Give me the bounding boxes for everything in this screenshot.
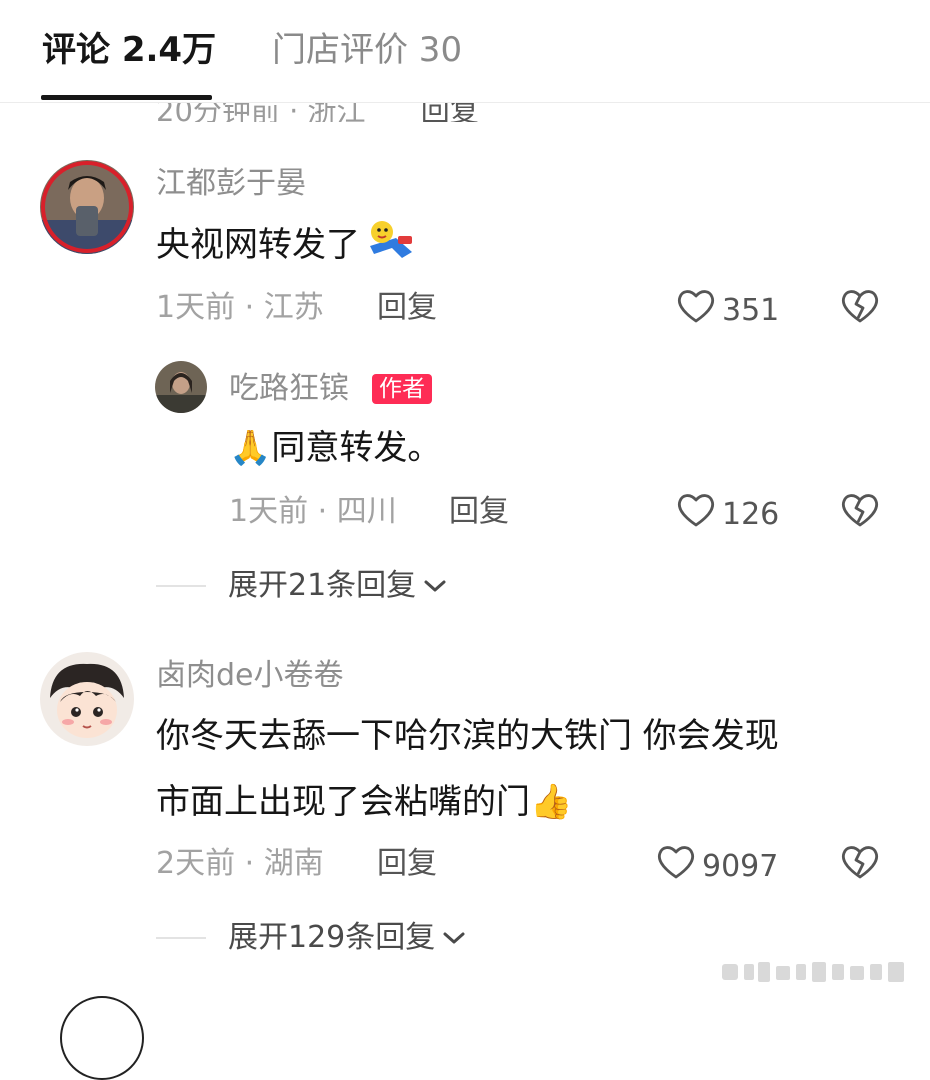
reply-time-location: 1天前 · 四川 (229, 494, 397, 529)
expand-replies-button[interactable]: 展开129条回复 (156, 920, 467, 956)
expand-replies-label: 展开129条回复 (228, 920, 436, 955)
expand-divider (156, 585, 206, 587)
reply-text: 🙏同意转发。 (229, 420, 441, 476)
comment-time-location: 1天前 · 江苏 (156, 290, 324, 325)
avatar[interactable] (40, 160, 134, 254)
heart-outline-icon (676, 288, 716, 333)
active-tab-indicator (41, 95, 212, 100)
reply-reply-button[interactable]: 回复 (449, 494, 509, 530)
comment-text-line-2: 市面上出现了会粘嘴的门👍 (156, 774, 572, 830)
like-count: 9097 (702, 848, 779, 884)
reply-button[interactable]: 回复 (377, 846, 437, 882)
author-badge: 作者 (372, 374, 432, 404)
broken-heart-icon (840, 494, 880, 532)
sliding-cartoon-sticker-icon (362, 216, 416, 277)
reply-like-button[interactable]: 126 (676, 492, 779, 537)
reply-like-count: 126 (722, 496, 780, 532)
tab-comments[interactable]: 评论 2.4万 (42, 28, 216, 72)
expand-replies-label: 展开21条回复 (228, 568, 417, 603)
broken-heart-icon (840, 290, 880, 328)
comment-text-line-2-body: 市面上出现了会粘嘴的门 (156, 782, 530, 822)
praying-hands-emoji-icon: 🙏 (229, 428, 272, 468)
broken-heart-icon (840, 846, 880, 884)
thumbs-up-emoji-icon: 👍 (530, 782, 573, 822)
dislike-button[interactable] (840, 844, 880, 884)
heart-outline-icon (656, 844, 696, 889)
tab-store-reviews[interactable]: 门店评价 30 (272, 28, 462, 72)
reply-username[interactable]: 吃路狂镔 (229, 371, 349, 407)
heart-outline-icon (676, 492, 716, 537)
reply-text-body: 同意转发。 (271, 428, 442, 468)
expand-replies-button[interactable]: 展开21条回复 (156, 568, 448, 604)
chevron-down-icon (441, 920, 467, 956)
dislike-button[interactable] (840, 288, 880, 328)
like-count: 351 (722, 292, 780, 328)
comment-time-location: 2天前 · 湖南 (156, 846, 324, 881)
comment-username[interactable]: 卤肉de小卷卷 (156, 658, 344, 694)
comment-tabs: 评论 2.4万 门店评价 30 (0, 0, 930, 103)
reply-avatar[interactable] (155, 361, 207, 413)
comment-text-line-1: 你冬天去舔一下哈尔滨的大铁门 你会发现 (156, 716, 779, 756)
avatar[interactable] (40, 652, 134, 746)
reply-button[interactable]: 回复 (377, 290, 437, 326)
comment-text: 央视网转发了 (156, 216, 416, 277)
like-button[interactable]: 351 (676, 288, 779, 333)
like-button[interactable]: 9097 (656, 844, 778, 889)
comment-text-body: 央视网转发了 (156, 225, 360, 265)
watermark-logo (718, 958, 912, 990)
expand-divider (156, 937, 206, 939)
chevron-down-icon (422, 568, 448, 604)
next-comment-avatar[interactable] (60, 996, 144, 1080)
reply-dislike-button[interactable] (840, 492, 880, 532)
comment-username[interactable]: 江都彭于晏 (156, 166, 306, 202)
